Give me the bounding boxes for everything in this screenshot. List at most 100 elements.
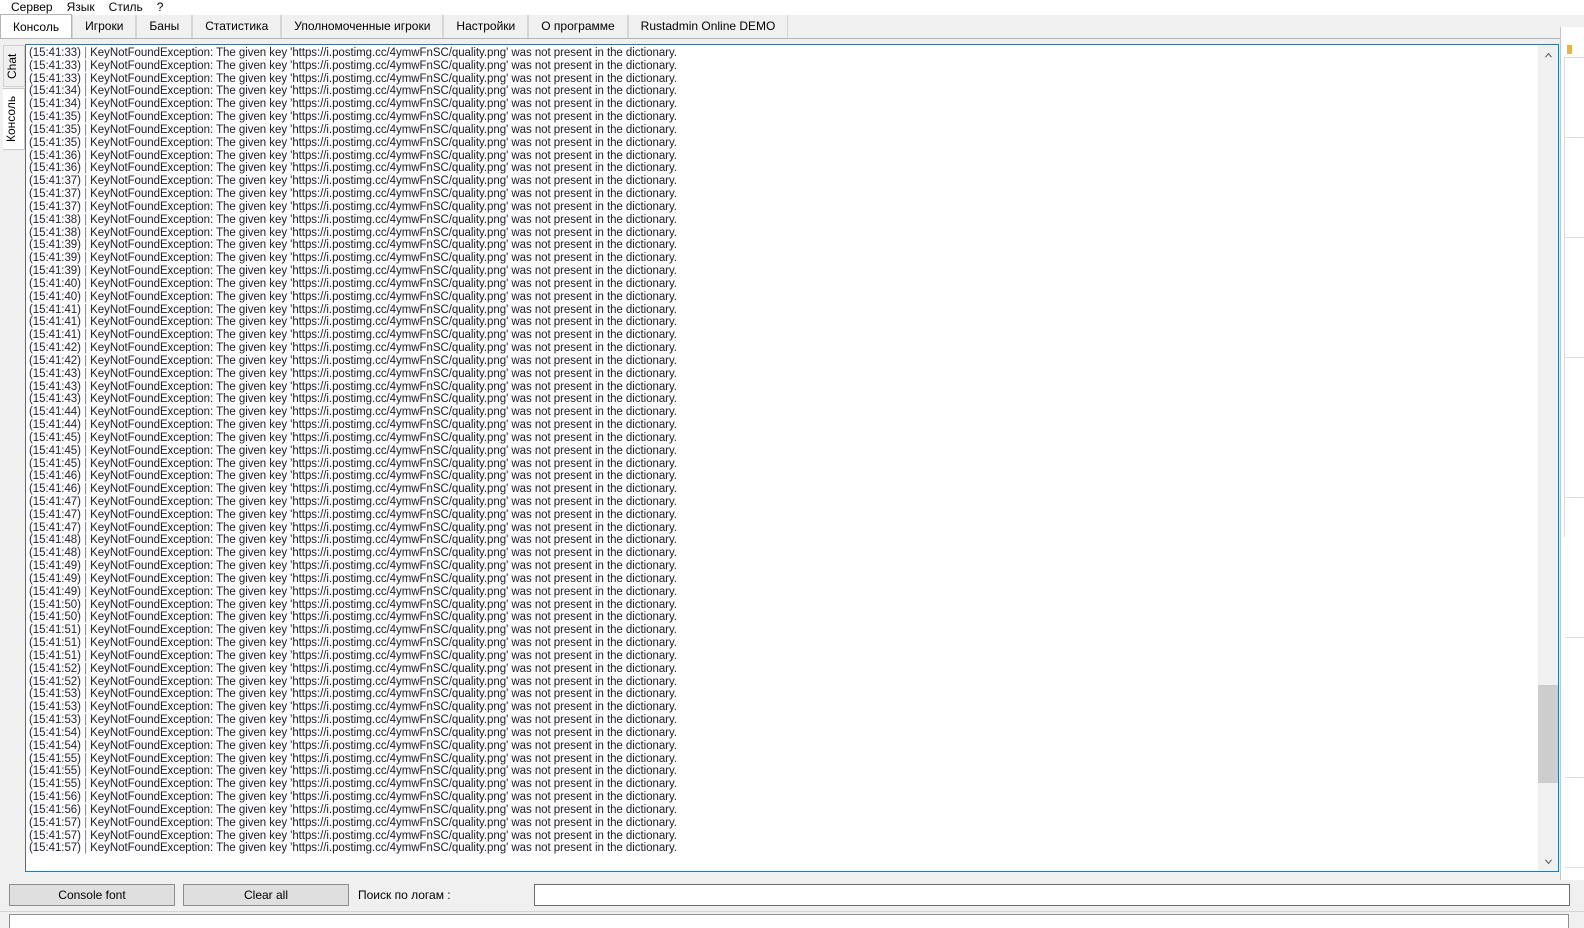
log-message: KeyNotFoundException: The given key 'htt… [90, 368, 677, 380]
tab-players[interactable]: Игроки [72, 15, 136, 38]
log-message: KeyNotFoundException: The given key 'htt… [90, 534, 677, 546]
console-log-line: (15:41:43) | KeyNotFoundException: The g… [29, 381, 1537, 394]
console-log-line: (15:41:41) | KeyNotFoundException: The g… [29, 329, 1537, 342]
log-message: KeyNotFoundException: The given key 'htt… [90, 830, 677, 842]
main-tab-bar: Консоль Игроки Баны Статистика Уполномоч… [0, 15, 1584, 39]
console-log-line: (15:41:43) | KeyNotFoundException: The g… [29, 393, 1537, 406]
menu-help[interactable]: ? [150, 0, 171, 15]
log-timestamp: (15:41:42) [29, 342, 84, 354]
tab-statistics[interactable]: Статистика [192, 15, 281, 38]
log-message: KeyNotFoundException: The given key 'htt… [90, 817, 677, 829]
log-message: KeyNotFoundException: The given key 'htt… [90, 304, 677, 316]
log-message: KeyNotFoundException: The given key 'htt… [90, 483, 677, 495]
log-timestamp: (15:41:43) [29, 381, 84, 393]
console-font-button[interactable]: Console font [9, 884, 175, 906]
tab-bans[interactable]: Баны [136, 15, 192, 38]
console-log-line: (15:41:37) | KeyNotFoundException: The g… [29, 201, 1537, 214]
log-timestamp: (15:41:50) [29, 599, 84, 611]
tab-about[interactable]: О программе [528, 15, 627, 38]
console-log-line: (15:41:47) | KeyNotFoundException: The g… [29, 496, 1537, 509]
status-bar [0, 911, 1584, 928]
log-message: KeyNotFoundException: The given key 'htt… [90, 73, 677, 85]
log-timestamp: (15:41:52) [29, 663, 84, 675]
log-timestamp: (15:41:47) [29, 522, 84, 534]
side-tab-chat[interactable]: Chat [3, 45, 25, 87]
console-log-output[interactable]: (15:41:33) | KeyNotFoundException: The g… [26, 45, 1537, 871]
console-log-line: (15:41:34) | KeyNotFoundException: The g… [29, 85, 1537, 98]
log-message: KeyNotFoundException: The given key 'htt… [90, 637, 677, 649]
log-message: KeyNotFoundException: The given key 'htt… [90, 137, 677, 149]
log-timestamp: (15:41:36) [29, 162, 84, 174]
console-log-line: (15:41:45) | KeyNotFoundException: The g… [29, 458, 1537, 471]
log-message: KeyNotFoundException: The given key 'htt… [90, 663, 677, 675]
tab-settings[interactable]: Настройки [443, 15, 528, 38]
console-log-line: (15:41:55) | KeyNotFoundException: The g… [29, 753, 1537, 766]
log-timestamp: (15:41:41) [29, 304, 84, 316]
tab-rustadmin-online-demo[interactable]: Rustadmin Online DEMO [628, 15, 789, 38]
log-message: KeyNotFoundException: The given key 'htt… [90, 727, 677, 739]
log-timestamp: (15:41:37) [29, 188, 84, 200]
console-log-line: (15:41:37) | KeyNotFoundException: The g… [29, 188, 1537, 201]
chevron-down-icon[interactable] [1538, 852, 1559, 871]
log-timestamp: (15:41:42) [29, 355, 84, 367]
background-row-divider [1565, 237, 1584, 238]
log-message: KeyNotFoundException: The given key 'htt… [90, 111, 677, 123]
menu-server[interactable]: Сервер [4, 0, 60, 15]
tab-authorized[interactable]: Уполномоченные игроки [281, 15, 443, 38]
log-timestamp: (15:41:44) [29, 406, 84, 418]
console-log-line: (15:41:57) | KeyNotFoundException: The g… [29, 817, 1537, 830]
console-log-line: (15:41:39) | KeyNotFoundException: The g… [29, 239, 1537, 252]
log-message: KeyNotFoundException: The given key 'htt… [90, 355, 677, 367]
background-row-divider [1565, 867, 1584, 868]
log-message: KeyNotFoundException: The given key 'htt… [90, 676, 677, 688]
console-log-line: (15:41:46) | KeyNotFoundException: The g… [29, 483, 1537, 496]
log-timestamp: (15:41:51) [29, 624, 84, 636]
menu-style[interactable]: Стиль [102, 0, 150, 15]
log-message: KeyNotFoundException: The given key 'htt… [90, 175, 677, 187]
console-log-line: (15:41:46) | KeyNotFoundException: The g… [29, 470, 1537, 483]
log-message: KeyNotFoundException: The given key 'htt… [90, 239, 677, 251]
console-vertical-scrollbar[interactable] [1537, 45, 1558, 871]
clear-all-button[interactable]: Clear all [183, 884, 349, 906]
log-timestamp: (15:41:36) [29, 150, 84, 162]
log-message: KeyNotFoundException: The given key 'htt… [90, 329, 677, 341]
console-log-line: (15:41:39) | KeyNotFoundException: The g… [29, 252, 1537, 265]
log-message: KeyNotFoundException: The given key 'htt… [90, 778, 677, 790]
log-timestamp: (15:41:41) [29, 316, 84, 328]
console-log-line: (15:41:42) | KeyNotFoundException: The g… [29, 355, 1537, 368]
side-tab-console[interactable]: Консоль [3, 88, 25, 150]
log-timestamp: (15:41:54) [29, 740, 84, 752]
console-log-line: (15:41:49) | KeyNotFoundException: The g… [29, 586, 1537, 599]
log-message: KeyNotFoundException: The given key 'htt… [90, 47, 677, 59]
console-log-line: (15:41:50) | KeyNotFoundException: The g… [29, 599, 1537, 612]
scrollbar-thumb[interactable] [1538, 685, 1559, 783]
log-timestamp: (15:41:46) [29, 483, 84, 495]
console-side-tab-bar: Chat Консоль [3, 45, 25, 155]
console-log-line: (15:41:40) | KeyNotFoundException: The g… [29, 278, 1537, 291]
background-highlight-marker [1567, 45, 1572, 54]
background-row-divider [1565, 777, 1584, 778]
log-message: KeyNotFoundException: The given key 'htt… [90, 458, 677, 470]
log-timestamp: (15:41:49) [29, 573, 84, 585]
menu-language[interactable]: Язык [60, 0, 102, 15]
log-message: KeyNotFoundException: The given key 'htt… [90, 291, 677, 303]
log-timestamp: (15:41:38) [29, 227, 84, 239]
log-timestamp: (15:41:56) [29, 791, 84, 803]
status-bar-field [9, 914, 1569, 928]
log-message: KeyNotFoundException: The given key 'htt… [90, 624, 677, 636]
chevron-up-icon[interactable] [1538, 45, 1559, 64]
tab-console[interactable]: Консоль [0, 14, 72, 38]
log-search-input[interactable] [534, 884, 1570, 906]
log-timestamp: (15:41:35) [29, 137, 84, 149]
console-log-line: (15:41:33) | KeyNotFoundException: The g… [29, 60, 1537, 73]
log-timestamp: (15:41:57) [29, 830, 84, 842]
log-message: KeyNotFoundException: The given key 'htt… [90, 252, 677, 264]
console-log-line: (15:41:38) | KeyNotFoundException: The g… [29, 214, 1537, 227]
console-log-line: (15:41:43) | KeyNotFoundException: The g… [29, 368, 1537, 381]
log-message: KeyNotFoundException: The given key 'htt… [90, 740, 677, 752]
console-log-line: (15:41:48) | KeyNotFoundException: The g… [29, 547, 1537, 560]
log-timestamp: (15:41:43) [29, 393, 84, 405]
console-log-line: (15:41:53) | KeyNotFoundException: The g… [29, 688, 1537, 701]
console-log-line: (15:41:33) | KeyNotFoundException: The g… [29, 47, 1537, 60]
log-message: KeyNotFoundException: The given key 'htt… [90, 573, 677, 585]
